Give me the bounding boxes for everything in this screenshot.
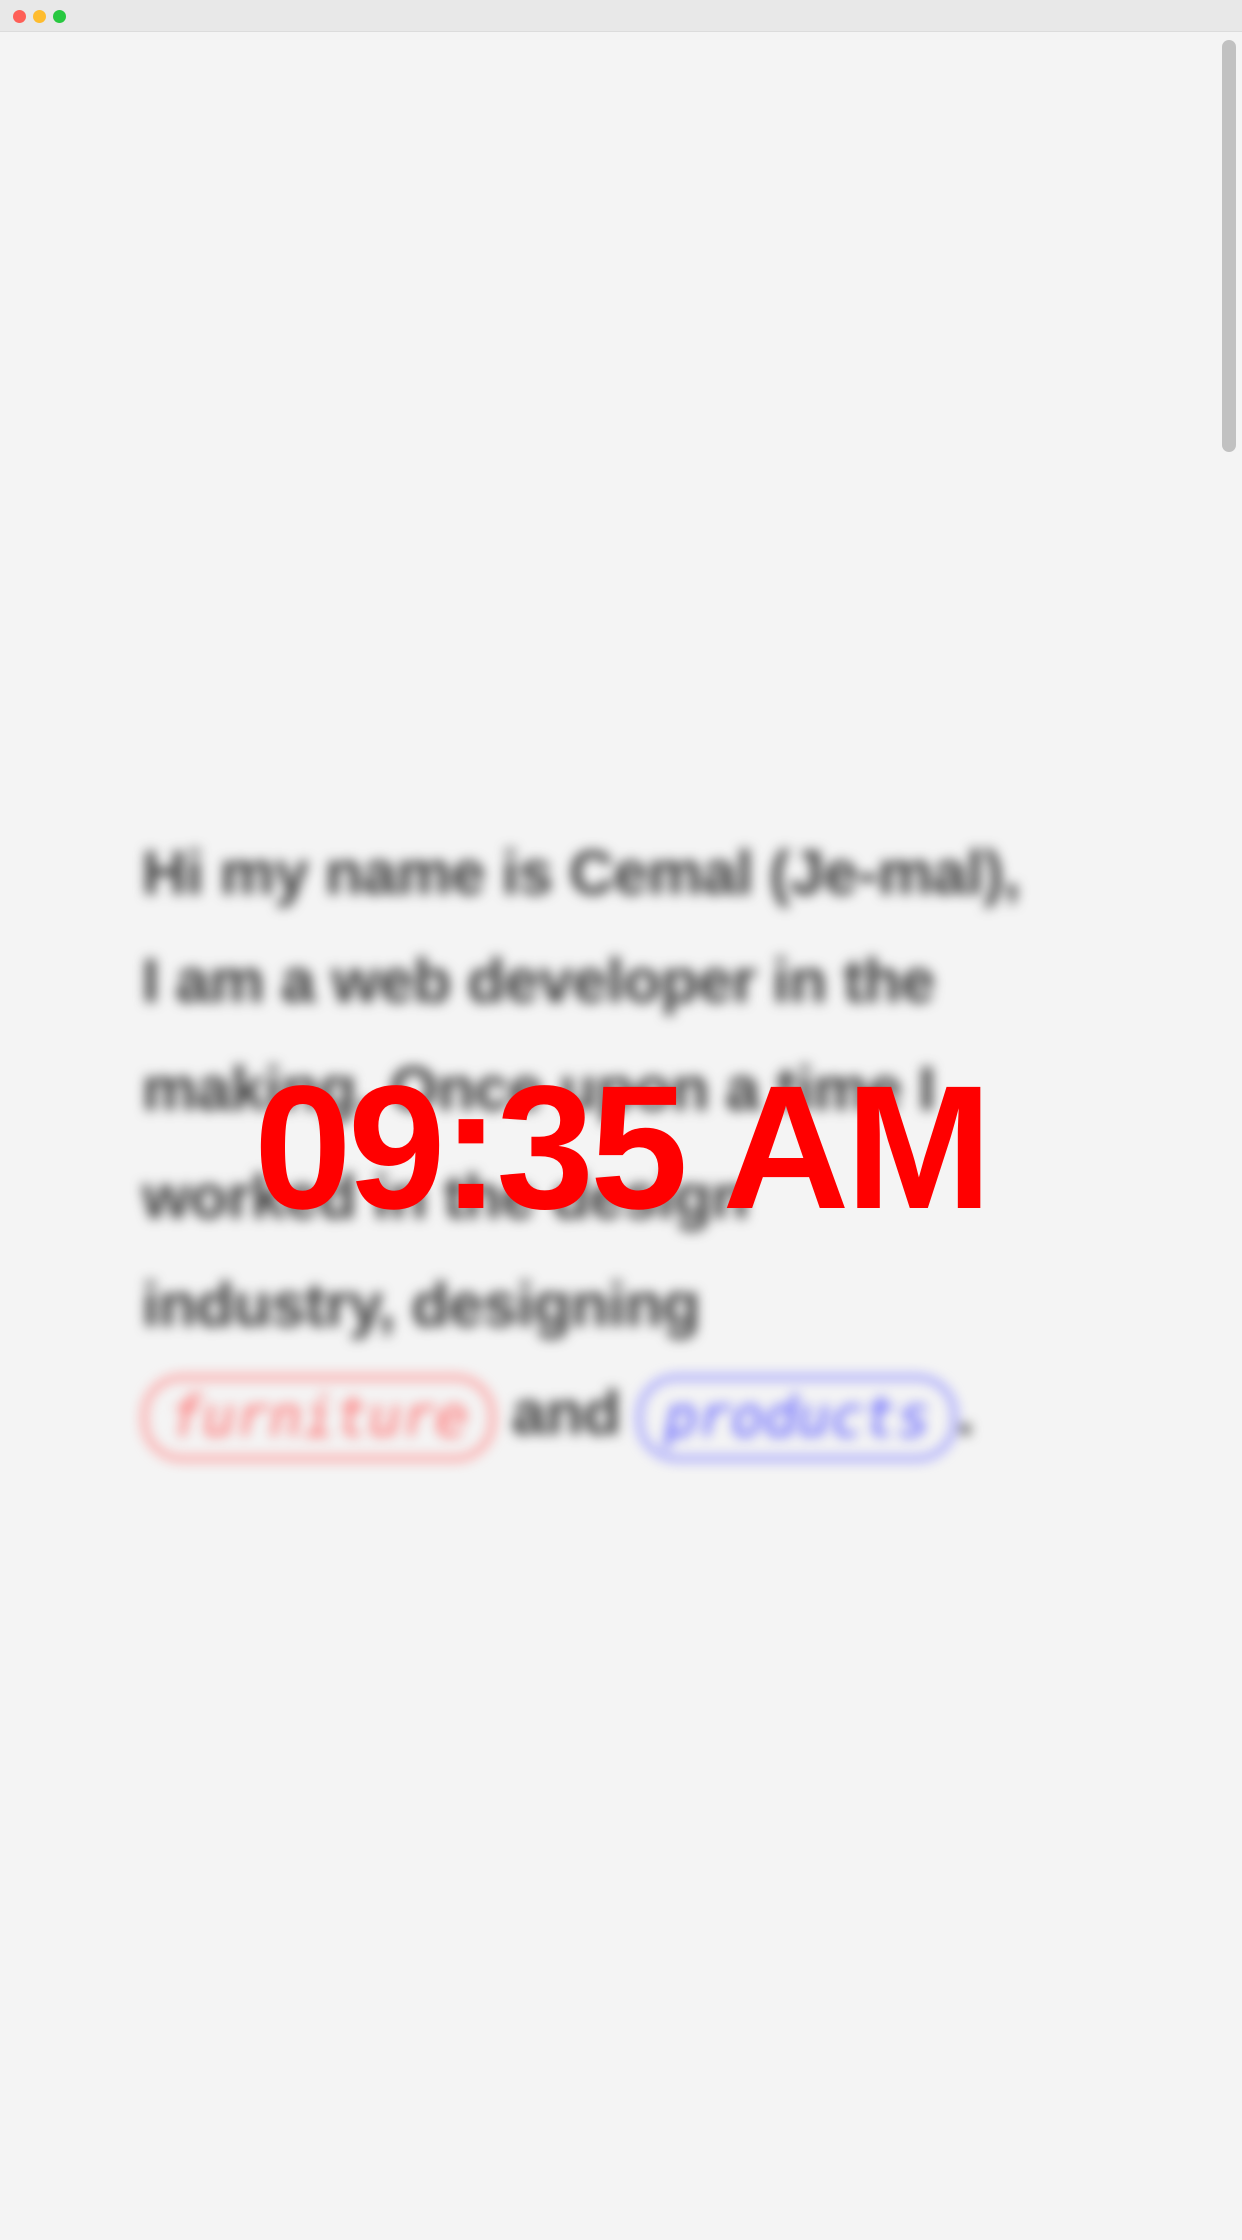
period-text: . xyxy=(956,1379,974,1448)
title-bar xyxy=(0,0,1242,32)
close-window-button[interactable] xyxy=(13,10,26,23)
clock-overlay: 09:35 AM xyxy=(253,1050,992,1246)
furniture-tag[interactable]: furniture xyxy=(142,1374,495,1461)
zoom-window-button[interactable] xyxy=(53,10,66,23)
intro-line: Hi my name is Cemal (Je-mal), xyxy=(142,839,1020,908)
intro-line: industry, designing xyxy=(142,1271,700,1340)
minimize-window-button[interactable] xyxy=(33,10,46,23)
scrollbar-thumb[interactable] xyxy=(1222,40,1236,452)
intro-line: I am a web developer in the xyxy=(142,947,935,1016)
intro-line-pills: furniture and products. xyxy=(142,1360,1122,1468)
connector-text: and xyxy=(511,1379,621,1448)
browser-window: Hi my name is Cemal (Je-mal), I am a web… xyxy=(0,0,1242,2240)
products-tag[interactable]: products xyxy=(637,1374,957,1461)
